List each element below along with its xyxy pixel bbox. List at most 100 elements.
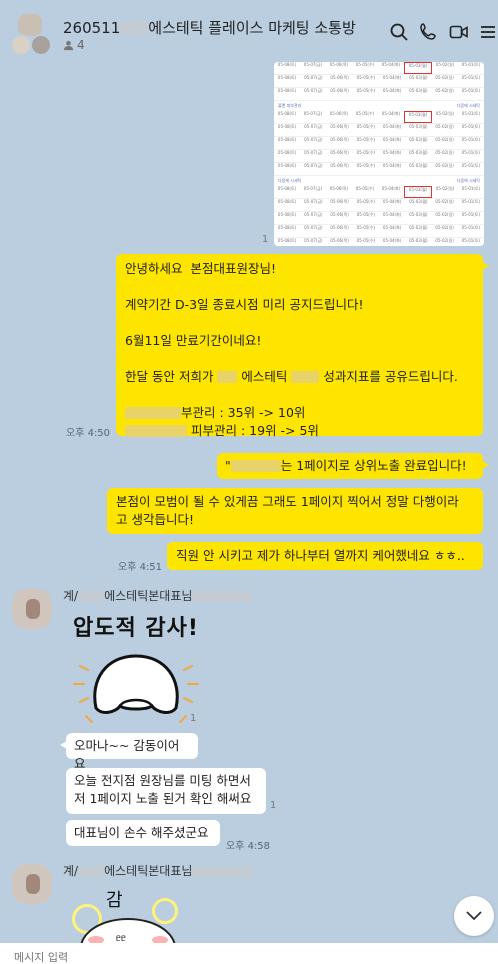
calendar-row: 05-08(토) 05-07(금) 05-06(목) 05-05(수) 05-04(화)… xyxy=(274,124,484,137)
unread-count: 1 xyxy=(270,800,277,811)
calendar-cell: 05-02(일) xyxy=(435,88,454,93)
calendar-cell: 05-06(목) xyxy=(330,238,349,243)
redacted-text xyxy=(291,371,320,383)
message-line: 안녕하세요 본점대표원장님! xyxy=(125,261,276,276)
menu-icon[interactable] xyxy=(478,22,498,42)
calendar-cell: 05-05(수) xyxy=(356,150,376,155)
calendar-cell: 05-07(금) xyxy=(304,75,323,80)
calendar-cell: 05-02(일) xyxy=(435,150,454,155)
message-line: 부관리 : 35위 -> 10위 xyxy=(125,404,474,422)
phone-icon[interactable] xyxy=(419,22,439,42)
calendar-cell: 05-07(금) xyxy=(304,124,323,129)
message-text: 대표님이 손수 해주셨군요 xyxy=(74,825,209,840)
redacted-text xyxy=(125,407,181,419)
member-count-value: 4 xyxy=(77,38,85,52)
calendar-cell: 05-03(월) xyxy=(409,88,428,93)
calendar-cell: 05-02(일) xyxy=(435,75,454,80)
calendar-cell: 05-08(토) xyxy=(277,225,297,230)
message-time: 오후 4:50 xyxy=(66,428,111,439)
calendar-cell: 05-01(토) xyxy=(461,124,481,129)
my-message-bubble[interactable]: 직원 안 시키고 제가 하나부터 열까지 케어했네요 ㅎㅎ.. xyxy=(167,542,483,570)
calendar-cell: 05-03(월) xyxy=(409,212,428,217)
message-line: 피부관리 : 19위 -> 5위 xyxy=(125,422,474,440)
avatar xyxy=(10,34,32,56)
video-icon[interactable] xyxy=(449,22,469,42)
calendar-cell: 05-01(토) xyxy=(461,212,481,217)
calendar-cell: 05-06(목) xyxy=(329,111,349,116)
calendar-cell: 05-01(토) xyxy=(461,150,481,155)
calendar-section-header: 플랜 피부관리 다음에 시세탁 xyxy=(278,103,480,108)
search-icon[interactable] xyxy=(389,22,409,42)
calendar-cell: 05-03(월) xyxy=(404,186,432,198)
calendar-cell: 05-07(금) xyxy=(304,212,323,217)
calendar-cell: 05-06(목) xyxy=(329,186,349,191)
calendar-cell: 05-05(수) xyxy=(356,124,376,129)
sender-avatar[interactable] xyxy=(12,589,52,629)
member-count[interactable]: 4 xyxy=(63,38,85,52)
image-message[interactable]: 05-08(토) 05-07(금) 05-06(목) 05-05(수) 05-04(화)… xyxy=(274,62,484,246)
my-message-bubble[interactable]: 안녕하세요 본점대표원장님! 계약기간 D-3일 종료시점 미리 공지드립니다!… xyxy=(116,254,489,438)
calendar-cell: 05-06(목) xyxy=(330,163,349,168)
calendar-cell: 05-05(수) xyxy=(356,163,376,168)
calendar-row: 05-08(토) 05-07(금) 05-06(목) 05-05(수) 05-04(화)… xyxy=(274,186,484,199)
calendar-cell: 05-06(목) xyxy=(330,199,349,204)
their-message-bubble[interactable]: 오마나~~ 감동이어요 xyxy=(60,733,198,771)
calendar-cell: 05-04(화) xyxy=(381,111,401,116)
sticker-image[interactable] xyxy=(66,640,206,732)
calendar-cell: 05-03(월) xyxy=(409,137,428,142)
calendar-cell: 05-08(토) xyxy=(277,62,297,67)
sender-avatar[interactable] xyxy=(12,864,52,904)
chat-room-title[interactable]: 260511 에스테틱 플레이스 마케팅 소통방 xyxy=(63,17,356,38)
calendar-row: 05-08(토) 05-07(금) 05-06(목) 05-05(수) 05-04(화)… xyxy=(274,225,484,238)
calendar-cell: 05-01(토) xyxy=(461,111,481,116)
calendar-cell: 05-03(월) xyxy=(409,238,428,243)
chat-header: 260511 에스테틱 플레이스 마케팅 소통방 4 xyxy=(0,0,498,64)
message-line: 계약기간 D-3일 종료시점 미리 공지드립니다! xyxy=(125,297,364,312)
redacted-text xyxy=(125,425,187,437)
calendar-cell: 05-05(수) xyxy=(356,137,376,142)
calendar-cell: 05-08(토) xyxy=(277,75,297,80)
calendar-cell: 05-06(목) xyxy=(330,225,349,230)
message-input[interactable] xyxy=(0,943,498,964)
sticker-image[interactable]: 감 ᥱᥱ xyxy=(66,880,196,943)
calendar-cell: 05-01(토) xyxy=(461,186,481,191)
calendar-cell: 05-08(토) xyxy=(277,111,297,116)
calendar-cell: 05-02(일) xyxy=(435,111,455,116)
calendar-cell: 05-01(토) xyxy=(461,88,481,93)
calendar-cell: 05-07(금) xyxy=(304,150,323,155)
my-message-bubble[interactable]: 본점이 모범이 될 수 있게끔 그래도 1페이지 찍어서 정말 다행이라 고 생… xyxy=(107,488,483,534)
calendar-cell: 05-04(화) xyxy=(382,124,402,129)
calendar-cell: 05-06(목) xyxy=(330,150,349,155)
calendar-cell: 05-04(화) xyxy=(381,186,401,191)
sender-name: 계/에스테틱본대표님 xyxy=(63,862,253,879)
calendar-cell: 05-04(화) xyxy=(382,212,402,217)
calendar-cell: 05-03(월) xyxy=(409,163,428,168)
message-input-bar xyxy=(0,943,498,964)
calendar-cell: 05-07(금) xyxy=(303,186,323,191)
calendar-cell: 05-07(금) xyxy=(304,238,323,243)
calendar-cell: 05-03(월) xyxy=(409,225,428,230)
calendar-row: 05-08(토) 05-07(금) 05-06(목) 05-05(수) 05-04(화)… xyxy=(274,163,484,176)
my-message-bubble[interactable]: " 는 1페이지로 상위노출 완료입니다! xyxy=(217,453,489,479)
calendar-cell: 05-04(화) xyxy=(382,150,402,155)
scroll-to-bottom-button[interactable] xyxy=(454,896,494,936)
calendar-cell: 05-06(목) xyxy=(329,62,349,67)
calendar-cell: 05-06(목) xyxy=(330,75,349,80)
calendar-cell: 05-03(월) xyxy=(409,75,428,80)
group-avatar[interactable] xyxy=(10,14,52,56)
calendar-cell: 05-07(금) xyxy=(304,88,323,93)
calendar-cell: 05-02(일) xyxy=(435,238,454,243)
message-line: 한달 동안 저희가 에스테틱 성과지표를 공유드립니다. xyxy=(125,369,458,384)
calendar-cell: 05-04(화) xyxy=(382,238,402,243)
their-message-bubble[interactable]: 오늘 전지점 원장님를 미팅 하면서 저 1페이지 노출 된거 확인 해써요 xyxy=(66,768,266,814)
calendar-cell: 05-05(수) xyxy=(355,111,375,116)
calendar-cell: 05-02(일) xyxy=(435,124,454,129)
calendar-cell: 05-07(금) xyxy=(304,137,323,142)
calendar-cell: 05-03(월) xyxy=(404,62,432,74)
calendar-cell: 05-04(화) xyxy=(382,137,402,142)
calendar-cell: 05-08(토) xyxy=(277,150,297,155)
their-message-bubble[interactable]: 대표님이 손수 해주셨군요 xyxy=(66,820,220,846)
message-text: 본점이 모범이 될 수 있게끔 그래도 1페이지 찍어서 정말 다행이라 고 생… xyxy=(116,494,459,527)
unread-count: 1 xyxy=(190,713,197,724)
message-text: " 는 1페이지로 상위노출 완료입니다! xyxy=(225,458,467,473)
